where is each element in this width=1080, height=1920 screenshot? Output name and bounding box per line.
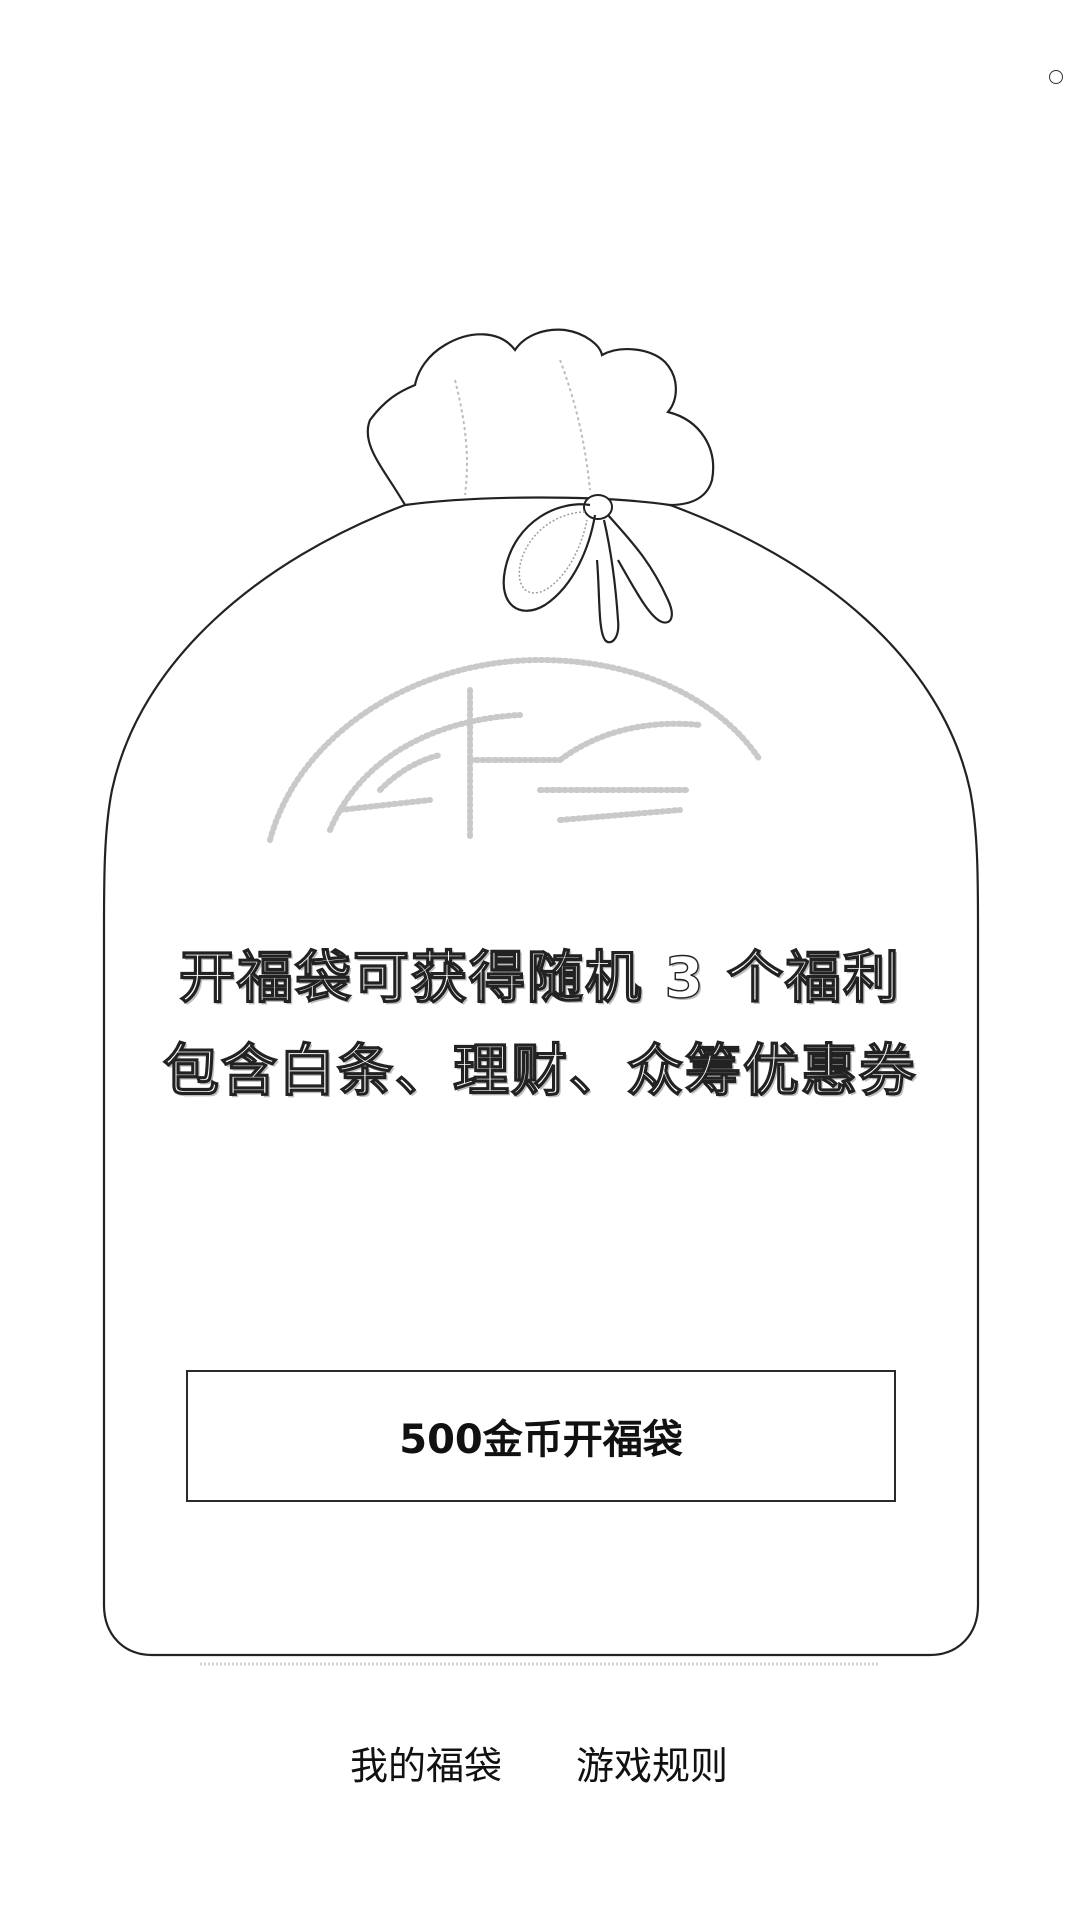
promo-line-1: 开福袋可获得随机 3 个福利	[178, 945, 901, 1011]
promo-line-2: 包含白条、理财、众筹优惠券	[162, 1038, 917, 1104]
open-lucky-bag-button[interactable]: 500金币开福袋	[186, 1370, 896, 1502]
game-rules-link[interactable]: 游戏规则	[576, 1736, 728, 1796]
open-lucky-bag-button-label: 500金币开福袋	[399, 1417, 683, 1463]
bag-neck	[366, 328, 715, 507]
my-lucky-bags-link[interactable]: 我的福袋	[350, 1736, 502, 1796]
